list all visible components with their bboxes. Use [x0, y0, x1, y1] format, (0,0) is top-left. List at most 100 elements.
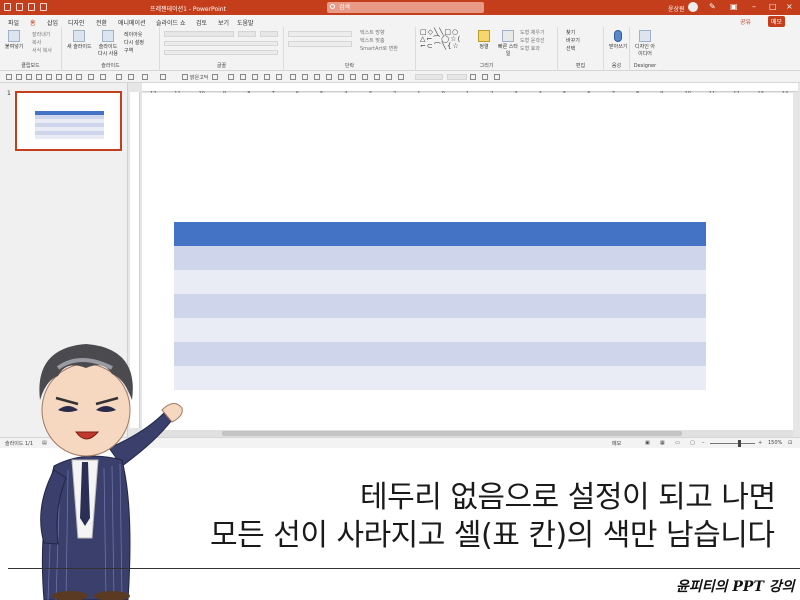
zoom-in-icon[interactable]: +: [758, 440, 762, 446]
slide-thumbnail[interactable]: [15, 91, 122, 151]
tab-help[interactable]: 도움말: [237, 18, 254, 27]
toolbar-button-9[interactable]: [88, 74, 94, 80]
toolbar-button-11[interactable]: [160, 74, 166, 80]
tab-insert[interactable]: 삽입: [47, 18, 58, 27]
table-row[interactable]: [174, 270, 706, 294]
font-size-dropdown[interactable]: [238, 31, 256, 37]
smartart-button[interactable]: SmartArt로 변환: [360, 45, 398, 52]
tab-view[interactable]: 보기: [218, 18, 229, 27]
toolbar-button-10[interactable]: [100, 74, 106, 80]
section-button[interactable]: 구역: [124, 47, 133, 54]
table-row[interactable]: [174, 318, 706, 342]
zoom-out-icon[interactable]: –: [702, 440, 705, 446]
shape-outline-button[interactable]: 도형 윤곽선: [520, 37, 545, 44]
toolbar-button-8[interactable]: [76, 74, 82, 80]
font-style-icon[interactable]: [182, 74, 188, 80]
shape-fill-button[interactable]: 도형 채우기: [520, 29, 545, 36]
toolbar-button-28[interactable]: [470, 74, 476, 80]
notes-button[interactable]: 메모: [612, 440, 621, 447]
toolbar-button-19[interactable]: [302, 74, 308, 80]
table-header-row[interactable]: [174, 222, 706, 246]
paste-button[interactable]: 붙여넣기: [5, 30, 23, 50]
table-row[interactable]: [174, 294, 706, 318]
toolbar-button-14[interactable]: [240, 74, 246, 80]
scrollbar-thumb[interactable]: [222, 431, 682, 436]
list-buttons[interactable]: [288, 31, 352, 37]
quick-styles-button[interactable]: 빠른 스타일: [498, 30, 518, 57]
font-color-row[interactable]: [164, 50, 278, 55]
toolbar-button-21[interactable]: [326, 74, 332, 80]
slideshow-start-icon[interactable]: [40, 3, 47, 11]
font-format-row[interactable]: [164, 41, 278, 46]
toolbar-button-29[interactable]: [482, 74, 488, 80]
close-icon[interactable]: ×: [786, 2, 793, 11]
slide-sorter-icon[interactable]: ▦: [660, 440, 665, 446]
font-grow-shrink[interactable]: [260, 31, 278, 37]
ribbon-display-icon[interactable]: ▣: [730, 2, 738, 11]
alignment-buttons[interactable]: [288, 41, 352, 47]
new-slide-button[interactable]: 새 슬라이드: [67, 30, 92, 50]
pen-icon[interactable]: ✎: [709, 2, 716, 11]
toolbar-button-20[interactable]: [314, 74, 320, 80]
table-row[interactable]: [174, 342, 706, 366]
reading-view-icon[interactable]: ▭: [675, 440, 680, 446]
avatar[interactable]: [688, 2, 698, 12]
redo-icon[interactable]: [28, 3, 35, 11]
cut-button[interactable]: 잘라내기: [32, 31, 50, 38]
normal-view-icon[interactable]: ▣: [645, 440, 650, 446]
toolbar-button-2[interactable]: [16, 74, 22, 80]
fit-slide-icon[interactable]: ⊡: [788, 440, 792, 446]
toolbar-button-1[interactable]: [6, 74, 12, 80]
arrange-button[interactable]: 정렬: [478, 30, 490, 50]
maximize-icon[interactable]: □: [769, 2, 777, 11]
reset-button[interactable]: 다시 설정: [124, 39, 144, 46]
select-button[interactable]: 선택: [566, 45, 575, 52]
save-icon[interactable]: [116, 74, 122, 80]
replace-button[interactable]: 바꾸기: [566, 37, 580, 44]
undo-icon[interactable]: [128, 74, 134, 80]
table-row[interactable]: [174, 366, 706, 390]
toolbar-button-17[interactable]: [276, 74, 282, 80]
toolbar-button-13[interactable]: [228, 74, 234, 80]
toolbar-button-4[interactable]: [36, 74, 42, 80]
text-direction-button[interactable]: 텍스트 방향: [360, 29, 385, 36]
layout-button[interactable]: 레이아웃: [124, 31, 142, 38]
user-name[interactable]: 윤상원: [668, 4, 685, 13]
toolbar-button-25[interactable]: [374, 74, 380, 80]
search-input[interactable]: 검색: [327, 2, 484, 13]
save-icon[interactable]: [4, 3, 11, 11]
toolbar-button-3[interactable]: [26, 74, 32, 80]
font-style-label[interactable]: 맑은고딕: [190, 74, 208, 81]
redo-icon[interactable]: [142, 74, 148, 80]
undo-icon[interactable]: [16, 3, 23, 11]
toolbar-button-24[interactable]: [362, 74, 368, 80]
shape-effects-button[interactable]: 도형 효과: [520, 45, 540, 52]
tab-file[interactable]: 파일: [8, 18, 19, 27]
toolbar-button-23[interactable]: [350, 74, 356, 80]
toolbar-button-27[interactable]: [398, 74, 404, 80]
shapes-gallery[interactable]: □◇╲╲□○ △⌐⌒◯☆⟨ ⌐⊂⌒╲{☆: [420, 29, 472, 51]
tab-transitions[interactable]: 전환: [96, 18, 107, 27]
toolbar-button-12[interactable]: [212, 74, 218, 80]
toolbar-button-30[interactable]: [494, 74, 500, 80]
tab-slideshow[interactable]: 슬라이드 쇼: [156, 18, 186, 27]
zoom-level[interactable]: 150%: [768, 440, 782, 446]
slideshow-view-icon[interactable]: ▢: [690, 440, 695, 446]
toolbar-button-15[interactable]: [252, 74, 258, 80]
table-row[interactable]: [174, 246, 706, 270]
tab-review[interactable]: 검토: [196, 18, 207, 27]
dictate-button[interactable]: 받아쓰기: [609, 30, 627, 50]
toolbar-button-18[interactable]: [290, 74, 296, 80]
toolbar-button-5[interactable]: [46, 74, 52, 80]
horizontal-scrollbar[interactable]: [142, 430, 793, 437]
borderless-table[interactable]: [174, 222, 706, 390]
design-ideas-button[interactable]: 디자인 아이디어: [633, 30, 657, 57]
font-name-dropdown[interactable]: [164, 31, 234, 37]
toolbar-button-26[interactable]: [386, 74, 392, 80]
toolbar-button-6[interactable]: [56, 74, 62, 80]
slide-canvas[interactable]: [142, 93, 793, 430]
find-button[interactable]: 찾기: [566, 29, 575, 36]
toolbar-dropdown-1[interactable]: [415, 74, 443, 80]
format-painter-button[interactable]: 서식 복사: [32, 47, 52, 54]
reuse-slides-button[interactable]: 슬라이드 다시 사용: [96, 30, 120, 57]
